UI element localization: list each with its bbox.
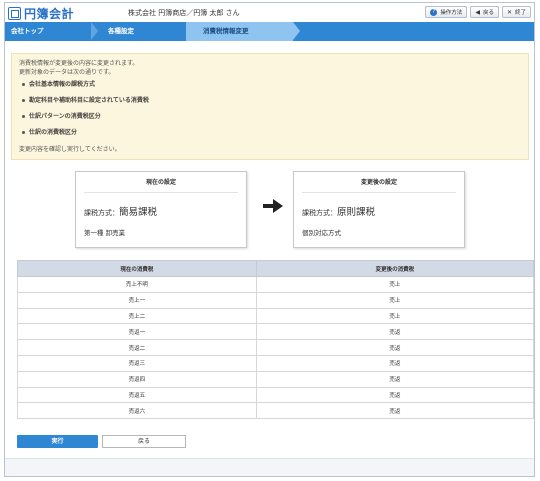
table-row: 売返五 売返 — [17, 386, 535, 404]
breadcrumb-company-top[interactable]: 会社トップ — [11, 22, 44, 41]
breadcrumb: 会社トップ 各種設定 消費税情報変更 — [5, 22, 534, 41]
current-setting-box: 現在の設定 課税方式：簡易課税 第一種 卸売業 — [75, 171, 247, 248]
notice-item: 仕訳の消費税区分 — [19, 128, 521, 144]
breadcrumb-current: 消費税情報変更 — [203, 27, 249, 35]
back-button[interactable]: 戻る — [102, 435, 186, 448]
top-button-group: ? 操作方法 ◀ 戻る ✕ 終了 — [425, 6, 531, 18]
cell-new-tax: 売返 — [255, 323, 535, 341]
notice-line1: 消費税情報が変更後の内容に変更されます。 — [19, 60, 139, 67]
cell-new-tax: 売返 — [255, 354, 535, 372]
current-setting-title: 現在の設定 — [84, 172, 238, 193]
cell-new-tax: 売上 — [255, 276, 535, 293]
app-logo[interactable]: 円簿会計 — [8, 5, 74, 22]
new-method-value: 原則課税 — [337, 207, 376, 218]
table-row: 売上不明 売上 — [17, 276, 535, 293]
column-header-current-tax: 現在の消費税 — [17, 260, 257, 277]
arrow-right-icon — [263, 199, 283, 213]
current-method-label: 課税方式： — [84, 209, 119, 217]
cell-current-tax: 売返二 — [17, 339, 257, 356]
back-top-button[interactable]: ◀ 戻る — [470, 6, 499, 18]
notice-box: 消費税情報が変更後の内容に変更されます。 更新対象のデータは次の通りです。 会社… — [11, 53, 529, 160]
notice-item: 勘定科目や補助科目に設定されている消費税 — [19, 96, 521, 112]
breadcrumb-settings[interactable]: 各種設定 — [108, 22, 134, 41]
table-row: 売上一 売上 — [17, 291, 535, 309]
table-row: 売返六 売返 — [17, 402, 535, 420]
current-tax-method: 課税方式：簡易課税 — [84, 204, 157, 218]
cell-new-tax: 売上 — [255, 307, 535, 325]
new-setting-box: 変更後の設定 課税方式：原則課税 個別対応方式 — [293, 171, 465, 248]
logo-icon — [8, 7, 21, 20]
cell-current-tax: 売返一 — [17, 323, 257, 341]
cell-current-tax: 売返四 — [17, 370, 257, 388]
new-tax-method: 課税方式：原則課税 — [302, 204, 375, 218]
table-row: 売返三 売返 — [17, 354, 535, 372]
new-method-label: 課税方式： — [302, 209, 337, 217]
tax-mapping-table: 現在の消費税 変更後の消費税 売上不明 売上 売上一 売上 売上二 売上 売返一 売返 … — [17, 260, 535, 420]
close-icon: ✕ — [506, 8, 512, 16]
execute-button[interactable]: 実行 — [17, 435, 98, 448]
help-icon: ? — [430, 8, 438, 16]
new-setting-title: 変更後の設定 — [302, 172, 456, 193]
cell-current-tax: 売上不明 — [17, 276, 257, 293]
cell-new-tax: 売上 — [255, 291, 535, 309]
notice-list: 会社基本情報の課税方式 勘定科目や補助科目に設定されている消費税 仕訳パターンの… — [19, 80, 521, 144]
back-top-button-label: 戻る — [482, 10, 494, 16]
new-setting-detail: 個別対応方式 — [302, 229, 341, 237]
cell-new-tax: 売返 — [255, 339, 535, 356]
help-button-label: 操作方法 — [440, 10, 463, 16]
top-header: 円簿会計 株式会社 円簿商店／円簿 太郎 さん ? 操作方法 ◀ 戻る ✕ 終了 — [5, 3, 534, 21]
notice-item: 仕訳パターンの消費税区分 — [19, 112, 521, 128]
help-button[interactable]: ? 操作方法 — [425, 6, 468, 18]
cell-current-tax: 売上一 — [17, 291, 257, 309]
notice-line2: 更新対象のデータは次の通りです。 — [19, 69, 115, 76]
table-row: 売返四 売返 — [17, 370, 535, 388]
cell-new-tax: 売返 — [255, 402, 535, 420]
user-info: 株式会社 円簿商店／円簿 太郎 さん — [128, 9, 240, 17]
table-header-row: 現在の消費税 変更後の消費税 — [17, 260, 535, 277]
footer-bar — [5, 458, 534, 476]
table-row: 売返二 売返 — [17, 339, 535, 356]
cell-current-tax: 売返六 — [17, 402, 257, 420]
current-method-value: 簡易課税 — [119, 207, 158, 218]
notice-item: 会社基本情報の課税方式 — [19, 80, 521, 96]
close-button[interactable]: ✕ 終了 — [501, 6, 531, 18]
logo-text: 円簿会計 — [24, 7, 75, 21]
cell-current-tax: 売上二 — [17, 307, 257, 325]
cell-current-tax: 売返三 — [17, 354, 257, 372]
back-arrow-icon: ◀ — [475, 8, 480, 16]
cell-current-tax: 売返五 — [17, 386, 257, 404]
table-row: 売上二 売上 — [17, 307, 535, 325]
breadcrumb-active-tip — [293, 22, 300, 40]
breadcrumb-separator — [91, 22, 98, 40]
cell-new-tax: 売返 — [255, 386, 535, 404]
app-window: 円簿会計 株式会社 円簿商店／円簿 太郎 さん ? 操作方法 ◀ 戻る ✕ 終了… — [4, 2, 535, 477]
column-header-new-tax: 変更後の消費税 — [255, 260, 535, 277]
cell-new-tax: 売返 — [255, 370, 535, 388]
table-row: 売返一 売返 — [17, 323, 535, 341]
notice-confirm: 変更内容を確認し実行してください。 — [19, 146, 121, 153]
current-setting-detail: 第一種 卸売業 — [84, 229, 126, 237]
close-button-label: 終了 — [514, 10, 526, 16]
